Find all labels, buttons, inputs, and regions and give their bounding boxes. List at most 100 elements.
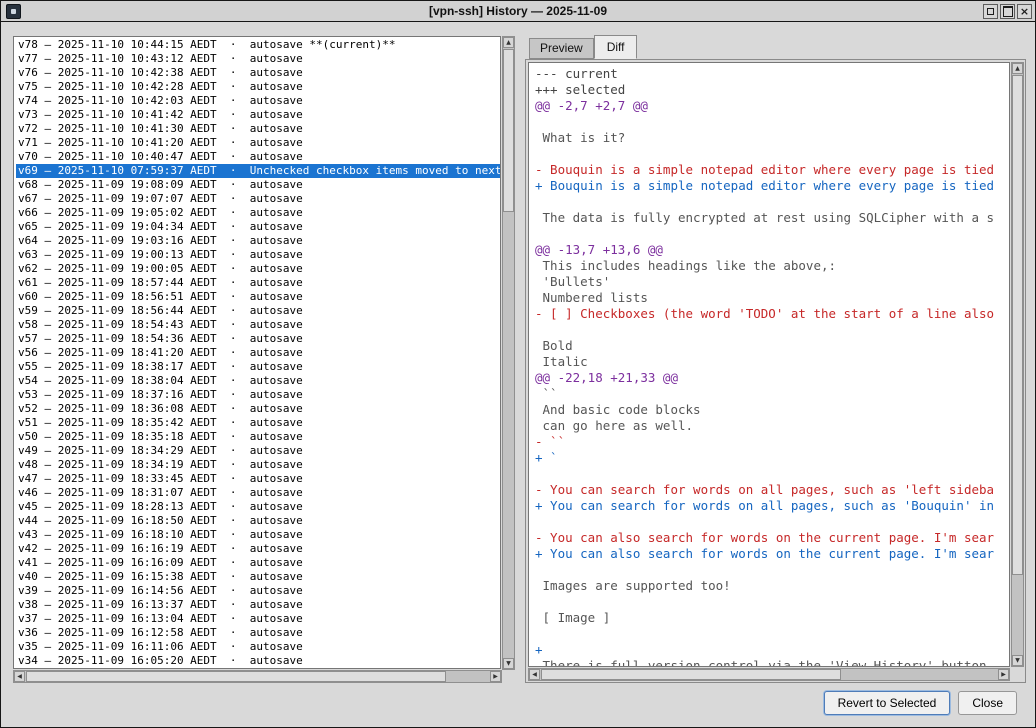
- list-item[interactable]: v47 — 2025-11-09 18:33:45 AEDT · autosav…: [16, 472, 500, 486]
- diff-line: 'Bullets': [535, 274, 1009, 290]
- list-item[interactable]: v62 — 2025-11-09 19:00:05 AEDT · autosav…: [16, 262, 500, 276]
- app-icon: [6, 4, 21, 19]
- diff-line: There is full version control via the 'V…: [535, 658, 1009, 667]
- close-dialog-button[interactable]: Close: [958, 691, 1017, 715]
- list-item[interactable]: v45 — 2025-11-09 18:28:13 AEDT · autosav…: [16, 500, 500, 514]
- scroll-down-icon[interactable]: ▼: [1012, 655, 1023, 666]
- list-item[interactable]: v72 — 2025-11-10 10:41:30 AEDT · autosav…: [16, 122, 500, 136]
- list-item[interactable]: v78 — 2025-11-10 10:44:15 AEDT · autosav…: [16, 38, 500, 52]
- window-controls: ×: [983, 4, 1032, 19]
- list-item[interactable]: v36 — 2025-11-09 16:12:58 AEDT · autosav…: [16, 626, 500, 640]
- list-item[interactable]: v64 — 2025-11-09 19:03:16 AEDT · autosav…: [16, 234, 500, 248]
- list-item[interactable]: v34 — 2025-11-09 16:05:20 AEDT · autosav…: [16, 654, 500, 668]
- scroll-up-icon[interactable]: ▲: [1012, 63, 1023, 74]
- diff-vscroll-thumb[interactable]: [1012, 75, 1023, 575]
- diff-line: - You can search for words on all pages,…: [535, 482, 1009, 498]
- list-item[interactable]: v43 — 2025-11-09 16:18:10 AEDT · autosav…: [16, 528, 500, 542]
- list-item[interactable]: v56 — 2025-11-09 18:41:20 AEDT · autosav…: [16, 346, 500, 360]
- list-item[interactable]: v51 — 2025-11-09 18:35:42 AEDT · autosav…: [16, 416, 500, 430]
- diff-line: @@ -13,7 +13,6 @@: [535, 242, 1009, 258]
- history-list[interactable]: v78 — 2025-11-10 10:44:15 AEDT · autosav…: [13, 36, 501, 669]
- list-item[interactable]: v39 — 2025-11-09 16:14:56 AEDT · autosav…: [16, 584, 500, 598]
- list-item[interactable]: v71 — 2025-11-10 10:41:20 AEDT · autosav…: [16, 136, 500, 150]
- list-item[interactable]: v73 — 2025-11-10 10:41:42 AEDT · autosav…: [16, 108, 500, 122]
- scroll-left-icon[interactable]: ◀: [529, 669, 540, 680]
- list-item[interactable]: v54 — 2025-11-09 18:38:04 AEDT · autosav…: [16, 374, 500, 388]
- scroll-left-icon[interactable]: ◀: [14, 671, 25, 682]
- diff-line: can go here as well.: [535, 418, 1009, 434]
- scroll-right-icon[interactable]: ▶: [998, 669, 1009, 680]
- maximize-icon: [1003, 6, 1013, 17]
- list-item[interactable]: v40 — 2025-11-09 16:15:38 AEDT · autosav…: [16, 570, 500, 584]
- list-item[interactable]: v48 — 2025-11-09 18:34:19 AEDT · autosav…: [16, 458, 500, 472]
- list-item[interactable]: v77 — 2025-11-10 10:43:12 AEDT · autosav…: [16, 52, 500, 66]
- list-item[interactable]: v52 — 2025-11-09 18:36:08 AEDT · autosav…: [16, 402, 500, 416]
- tab-preview[interactable]: Preview: [529, 38, 594, 59]
- list-item[interactable]: v63 — 2025-11-09 19:00:13 AEDT · autosav…: [16, 248, 500, 262]
- scroll-right-icon[interactable]: ▶: [490, 671, 501, 682]
- diff-line: Numbered lists: [535, 290, 1009, 306]
- diff-line: @@ -2,7 +2,7 @@: [535, 98, 1009, 114]
- diff-pane: --- current+++ selected@@ -2,7 +2,7 @@ W…: [525, 59, 1026, 683]
- list-item[interactable]: v66 — 2025-11-09 19:05:02 AEDT · autosav…: [16, 206, 500, 220]
- revert-to-selected-button[interactable]: Revert to Selected: [824, 691, 951, 715]
- list-item[interactable]: v60 — 2025-11-09 18:56:51 AEDT · autosav…: [16, 290, 500, 304]
- diff-text[interactable]: --- current+++ selected@@ -2,7 +2,7 @@ W…: [528, 62, 1010, 667]
- list-hscroll-thumb[interactable]: [26, 671, 446, 682]
- close-window-button[interactable]: ×: [1017, 4, 1032, 19]
- maximize-button[interactable]: [1000, 4, 1015, 19]
- diff-line: + `: [535, 450, 1009, 466]
- diff-line: + You can search for words on all pages,…: [535, 498, 1009, 514]
- diff-line: @@ -22,18 +21,33 @@: [535, 370, 1009, 386]
- list-vertical-scrollbar[interactable]: ▲ ▼: [502, 36, 515, 670]
- diff-line: The data is fully encrypted at rest usin…: [535, 210, 1009, 226]
- list-item[interactable]: v55 — 2025-11-09 18:38:17 AEDT · autosav…: [16, 360, 500, 374]
- list-item[interactable]: v69 — 2025-11-10 07:59:37 AEDT · Uncheck…: [16, 164, 500, 178]
- diff-line: --- current: [535, 66, 1009, 82]
- diff-vertical-scrollbar[interactable]: ▲ ▼: [1011, 62, 1024, 667]
- list-item[interactable]: v58 — 2025-11-09 18:54:43 AEDT · autosav…: [16, 318, 500, 332]
- list-item[interactable]: v50 — 2025-11-09 18:35:18 AEDT · autosav…: [16, 430, 500, 444]
- list-item[interactable]: v74 — 2025-11-10 10:42:03 AEDT · autosav…: [16, 94, 500, 108]
- diff-hscroll-thumb[interactable]: [541, 669, 841, 680]
- list-item[interactable]: v37 — 2025-11-09 16:13:04 AEDT · autosav…: [16, 612, 500, 626]
- tab-diff[interactable]: Diff: [594, 35, 638, 59]
- list-item[interactable]: v76 — 2025-11-10 10:42:38 AEDT · autosav…: [16, 66, 500, 80]
- close-icon: ×: [1020, 6, 1029, 17]
- diff-line: - Bouquin is a simple notepad editor whe…: [535, 162, 1009, 178]
- list-item[interactable]: v67 — 2025-11-09 19:07:07 AEDT · autosav…: [16, 192, 500, 206]
- diff-horizontal-scrollbar[interactable]: ◀ ▶: [528, 668, 1010, 681]
- list-item[interactable]: v53 — 2025-11-09 18:37:16 AEDT · autosav…: [16, 388, 500, 402]
- list-item[interactable]: v68 — 2025-11-09 19:08:09 AEDT · autosav…: [16, 178, 500, 192]
- list-item[interactable]: v38 — 2025-11-09 16:13:37 AEDT · autosav…: [16, 598, 500, 612]
- titlebar[interactable]: [vpn-ssh] History — 2025-11-09 ×: [1, 1, 1035, 22]
- diff-line: +: [535, 642, 1009, 658]
- diff-line: Italic: [535, 354, 1009, 370]
- list-item[interactable]: v41 — 2025-11-09 16:16:09 AEDT · autosav…: [16, 556, 500, 570]
- minimize-button[interactable]: [983, 4, 998, 19]
- diff-line: [535, 146, 1009, 162]
- list-item[interactable]: v44 — 2025-11-09 16:18:50 AEDT · autosav…: [16, 514, 500, 528]
- list-item[interactable]: v57 — 2025-11-09 18:54:36 AEDT · autosav…: [16, 332, 500, 346]
- diff-line: [535, 322, 1009, 338]
- diff-line: - ``: [535, 434, 1009, 450]
- list-vscroll-thumb[interactable]: [503, 49, 514, 212]
- list-item[interactable]: v42 — 2025-11-09 16:16:19 AEDT · autosav…: [16, 542, 500, 556]
- scroll-down-icon[interactable]: ▼: [503, 658, 514, 669]
- list-item[interactable]: v49 — 2025-11-09 18:34:29 AEDT · autosav…: [16, 444, 500, 458]
- list-item[interactable]: v46 — 2025-11-09 18:31:07 AEDT · autosav…: [16, 486, 500, 500]
- list-item[interactable]: v61 — 2025-11-09 18:57:44 AEDT · autosav…: [16, 276, 500, 290]
- diff-line: [535, 226, 1009, 242]
- history-window: [vpn-ssh] History — 2025-11-09 × v78 — 2…: [0, 0, 1036, 728]
- diff-line: [535, 514, 1009, 530]
- list-item[interactable]: v70 — 2025-11-10 10:40:47 AEDT · autosav…: [16, 150, 500, 164]
- list-item[interactable]: v75 — 2025-11-10 10:42:28 AEDT · autosav…: [16, 80, 500, 94]
- diff-line: ``: [535, 386, 1009, 402]
- list-horizontal-scrollbar[interactable]: ◀ ▶: [13, 670, 502, 683]
- diff-line: [535, 466, 1009, 482]
- list-item[interactable]: v59 — 2025-11-09 18:56:44 AEDT · autosav…: [16, 304, 500, 318]
- list-item[interactable]: v35 — 2025-11-09 16:11:06 AEDT · autosav…: [16, 640, 500, 654]
- list-item[interactable]: v65 — 2025-11-09 19:04:34 AEDT · autosav…: [16, 220, 500, 234]
- list-item[interactable]: v33 — 2025-11-09 16:05:01 AEDT · autosav…: [16, 668, 500, 669]
- scroll-up-icon[interactable]: ▲: [503, 37, 514, 48]
